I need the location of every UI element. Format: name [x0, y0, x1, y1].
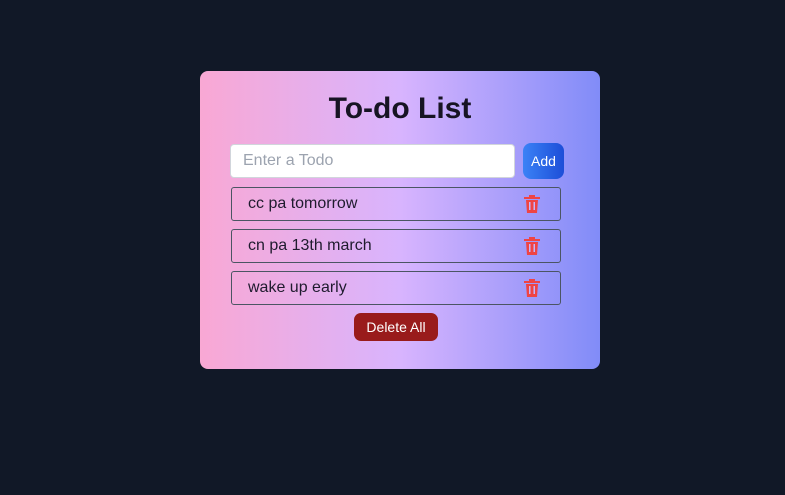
todo-item: cn pa 13th march — [231, 229, 561, 263]
todo-item: wake up early — [231, 271, 561, 305]
delete-all-button[interactable]: Delete All — [354, 313, 438, 341]
todo-text: cn pa 13th march — [248, 237, 372, 254]
todo-item: cc pa tomorrow — [231, 187, 561, 221]
todo-card: To-do List Add cc pa tomorrow cn pa 13th… — [200, 71, 600, 369]
trash-icon[interactable] — [524, 195, 540, 213]
trash-icon[interactable] — [524, 237, 540, 255]
trash-icon[interactable] — [524, 279, 540, 297]
todo-text: wake up early — [248, 279, 347, 296]
page-title: To-do List — [328, 92, 472, 125]
add-button[interactable]: Add — [523, 143, 564, 179]
todo-list: cc pa tomorrow cn pa 13th march wake up … — [231, 187, 561, 313]
todo-text: cc pa tomorrow — [248, 195, 358, 212]
todo-input[interactable] — [230, 144, 515, 178]
